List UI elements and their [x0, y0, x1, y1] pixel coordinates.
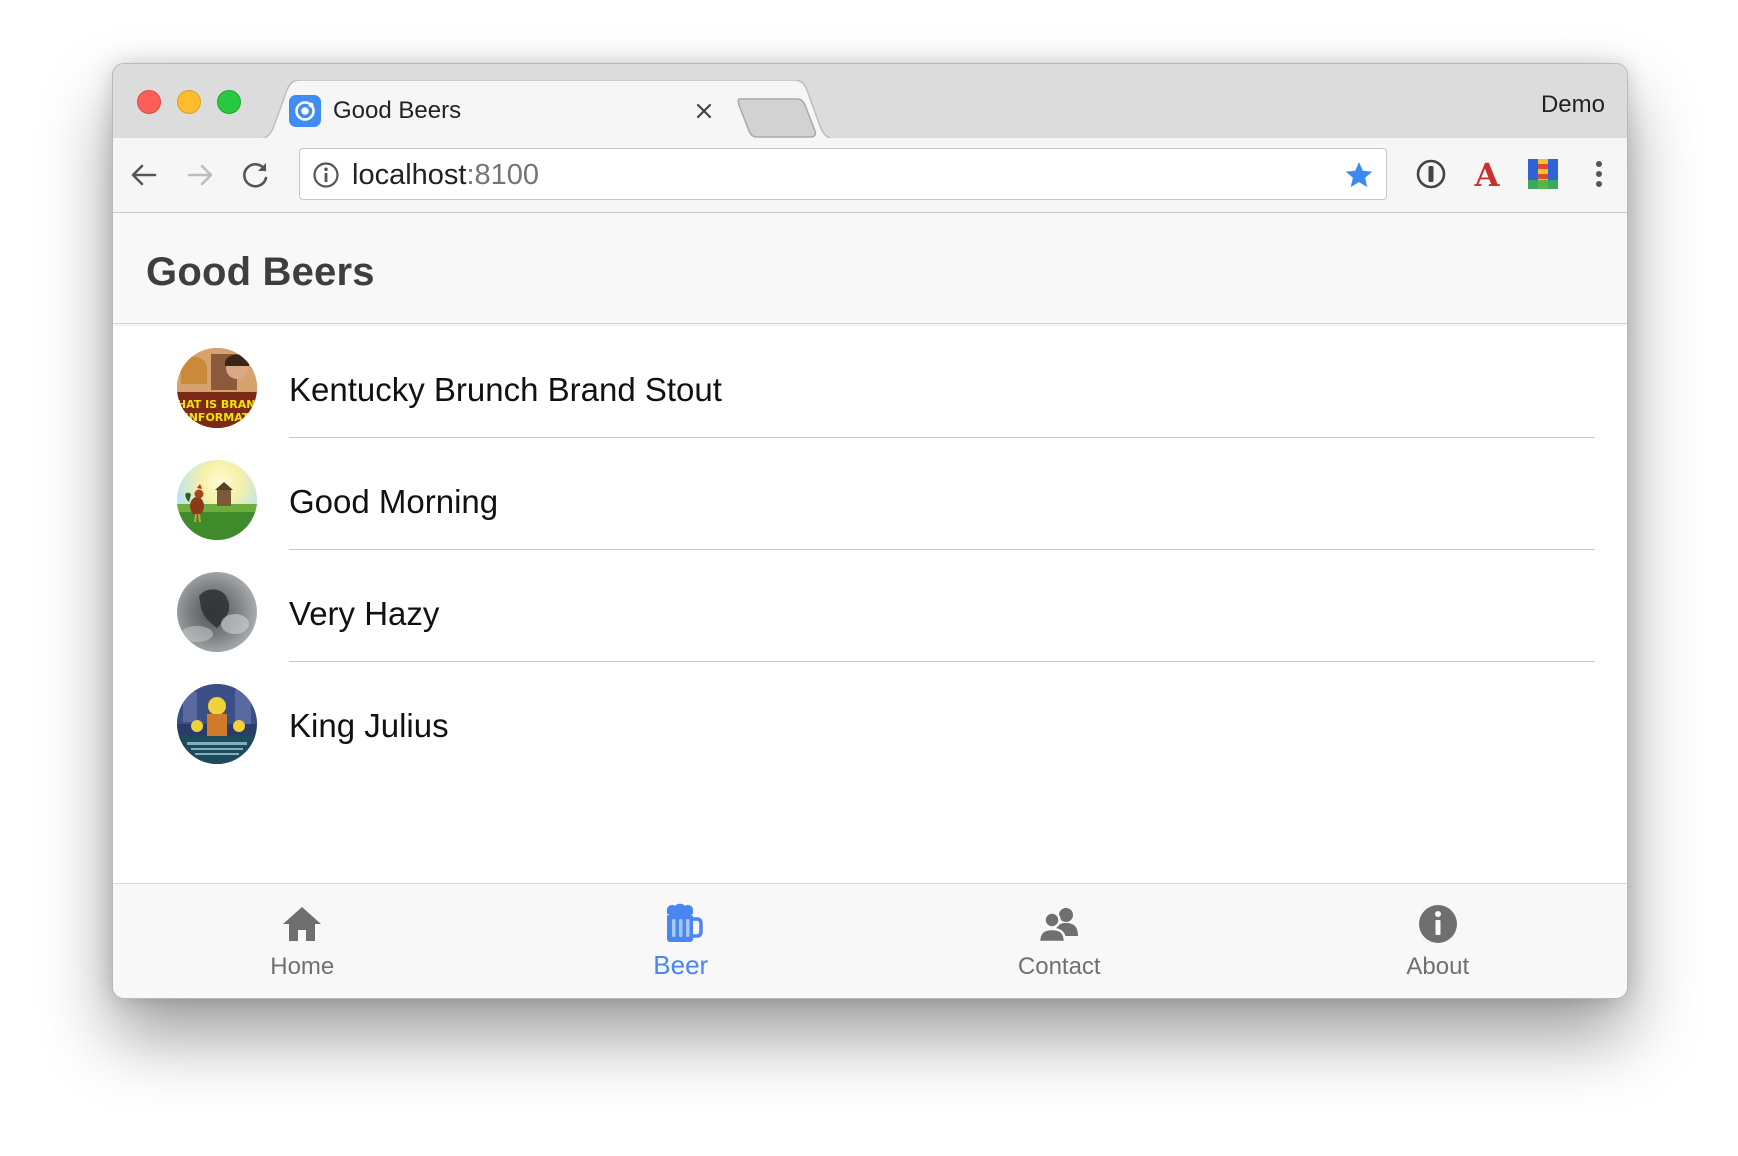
browser-titlebar: Good Beers Demo — [113, 64, 1627, 140]
profile-name[interactable]: Demo — [1541, 88, 1605, 122]
beer-icon — [666, 903, 703, 942]
bookmark-star-icon[interactable] — [1344, 160, 1374, 190]
avatar — [177, 572, 257, 652]
ionic-favicon-icon — [289, 95, 321, 127]
acrobat-extension-icon[interactable]: A — [1467, 154, 1507, 194]
close-tab-icon[interactable] — [687, 94, 721, 128]
list-item[interactable]: Very Hazy — [113, 550, 1627, 662]
password-manager-extension-icon[interactable] — [1411, 154, 1451, 194]
bottom-tab-bar: Home Beer Contact About — [113, 883, 1627, 998]
home-icon — [283, 907, 322, 941]
zoom-window-button[interactable] — [217, 90, 241, 114]
browser-toolbar: localhost:8100 A — [113, 138, 1627, 213]
tab-home[interactable]: Home — [113, 884, 492, 998]
more-menu-icon[interactable] — [1579, 154, 1619, 194]
avatar: THAT IS BRAND INFORMAT — [177, 348, 257, 428]
tab-beer[interactable]: Beer — [492, 884, 871, 998]
beer-name: Very Hazy — [289, 595, 440, 632]
tab-label: Beer — [653, 950, 709, 980]
tab-title: Good Beers — [333, 97, 462, 124]
tab-label: Contact — [1017, 953, 1101, 980]
list-item[interactable]: THAT IS BRAND INFORMAT Kentucky Brunch B… — [113, 326, 1627, 438]
info-icon — [1418, 905, 1457, 943]
url-port: :8100 — [466, 159, 540, 191]
page-title: Good Beers — [146, 250, 375, 294]
svg-text:THAT IS BRAND: THAT IS BRAND — [177, 398, 257, 411]
svg-text:A: A — [1474, 157, 1501, 191]
minimize-window-button[interactable] — [177, 90, 201, 114]
beer-name: Kentucky Brunch Brand Stout — [289, 371, 722, 408]
svg-text:INFORMAT: INFORMAT — [185, 411, 250, 424]
tab-label: About — [1406, 953, 1470, 980]
list-item[interactable]: King Julius — [113, 662, 1627, 774]
close-window-button[interactable] — [137, 90, 161, 114]
colorful-extension-icon[interactable] — [1523, 154, 1563, 194]
tab-contact[interactable]: Contact — [870, 884, 1249, 998]
forward-arrow-icon[interactable] — [181, 156, 219, 194]
list-item[interactable]: Good Morning — [113, 438, 1627, 550]
address-url[interactable]: localhost:8100 — [352, 158, 539, 192]
beer-name: Good Morning — [289, 483, 499, 520]
contacts-icon — [1037, 908, 1079, 944]
avatar — [177, 460, 257, 540]
site-info-icon[interactable] — [312, 161, 340, 189]
browser-window: Good Beers Demo localhost:8100 A Good Be… — [112, 63, 1628, 999]
tab-about[interactable]: About — [1249, 884, 1628, 998]
new-tab-button[interactable] — [735, 97, 825, 139]
beer-name: King Julius — [289, 707, 449, 744]
avatar — [177, 684, 257, 764]
beer-list: THAT IS BRAND INFORMAT Kentucky Brunch B… — [113, 326, 1627, 774]
tab-label: Home — [270, 953, 335, 980]
reload-icon[interactable] — [237, 156, 275, 194]
url-host: localhost — [352, 159, 467, 191]
app-header: Good Beers — [113, 213, 1627, 324]
back-arrow-icon[interactable] — [125, 156, 163, 194]
address-bar[interactable]: localhost:8100 — [299, 148, 1387, 200]
